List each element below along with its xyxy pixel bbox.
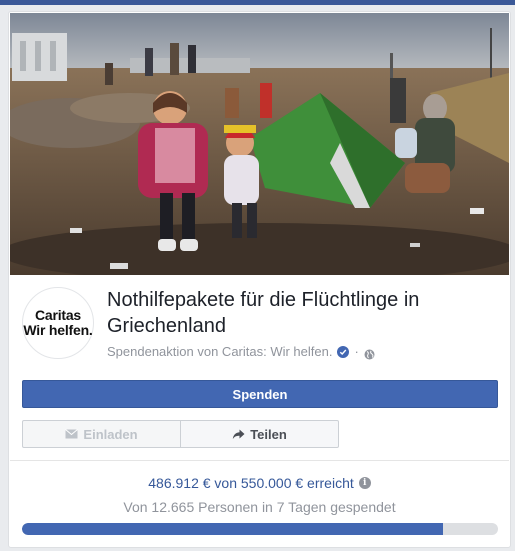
share-arrow-icon: [232, 429, 245, 439]
progress-fill: [22, 523, 444, 535]
raised-text: 486.912 € von 550.000 € erreicht: [148, 475, 354, 491]
top-bar: [0, 0, 515, 5]
invite-button[interactable]: Einladen: [22, 420, 181, 448]
donors-summary: Von 12.665 Personen in 7 Tagen gespendet: [123, 499, 396, 515]
divider: [10, 460, 509, 461]
caritas-logo[interactable]: Caritas Wir helfen.: [22, 287, 94, 359]
cover-photo[interactable]: [10, 13, 509, 275]
organizer-link[interactable]: Spendenaktion von Caritas: Wir helfen.: [107, 343, 332, 361]
fundraiser-card: Caritas Wir helfen. Nothilfepakete für d…: [8, 11, 511, 548]
donate-button[interactable]: Spenden: [22, 380, 498, 408]
logo-line-1: Caritas: [34, 307, 82, 323]
verified-badge-icon: [337, 346, 350, 358]
separator-dot: ·: [354, 344, 359, 359]
progress-bar: [22, 523, 498, 535]
fundraiser-title[interactable]: Nothilfepakete für die Flüchtlinge in Gr…: [107, 287, 487, 339]
envelope-icon: [65, 429, 79, 439]
logo-line-2: Wir helfen.: [23, 322, 93, 338]
action-buttons: Einladen Teilen: [22, 420, 339, 448]
info-icon[interactable]: i: [358, 477, 371, 489]
organizer-line: Spendenaktion von Caritas: Wir helfen. ·: [107, 343, 375, 361]
raised-amount: 486.912 € von 550.000 € erreicht i: [9, 474, 510, 492]
share-label: Teilen: [250, 426, 287, 442]
share-button[interactable]: Teilen: [181, 420, 339, 448]
invite-label: Einladen: [83, 426, 138, 442]
cover-photo-image: [10, 13, 509, 275]
globe-icon[interactable]: [364, 347, 375, 359]
